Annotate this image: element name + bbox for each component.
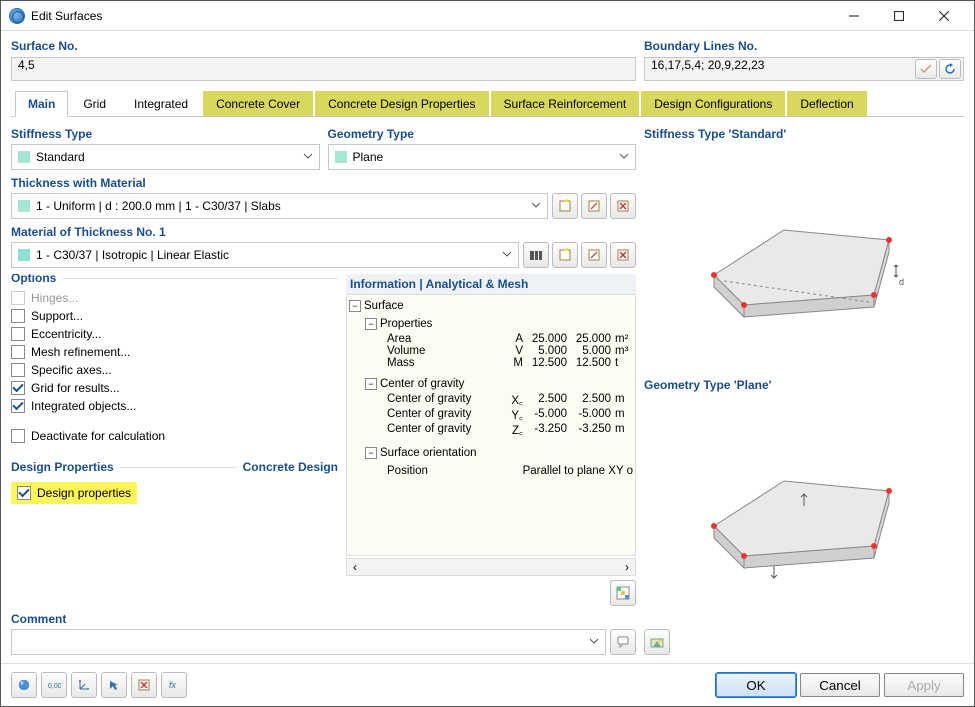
- revert-icon[interactable]: [939, 59, 961, 79]
- scroll-left-icon[interactable]: ‹: [347, 559, 363, 575]
- delete-thickness-icon[interactable]: [610, 193, 636, 219]
- surface-no-label: Surface No.: [11, 39, 636, 53]
- geometry-preview: [644, 398, 964, 623]
- concrete-design-heading: Concrete Design: [237, 460, 338, 474]
- comment-dropdown[interactable]: [11, 629, 606, 655]
- swatch-icon: [335, 151, 347, 163]
- geometry-type-label: Geometry Type: [328, 127, 637, 141]
- new-material-icon[interactable]: [552, 242, 578, 268]
- eccentricity-checkbox[interactable]: Eccentricity...: [11, 327, 338, 341]
- boundary-lines-input[interactable]: 16,17,5,4; 20,9,22,23: [644, 57, 964, 81]
- table-color-icon[interactable]: [610, 580, 636, 606]
- options-heading: Options: [11, 274, 62, 285]
- cancel-button[interactable]: Cancel: [800, 673, 880, 697]
- chevron-down-icon: [531, 199, 541, 213]
- function-icon[interactable]: fx: [161, 672, 187, 698]
- info-heading: Information | Analytical & Mesh: [346, 274, 636, 294]
- swatch-icon: [18, 151, 30, 163]
- tab-concrete-design-properties[interactable]: Concrete Design Properties: [315, 91, 488, 116]
- design-properties-checkbox[interactable]: Design properties: [17, 486, 131, 500]
- tab-integrated[interactable]: Integrated: [121, 91, 201, 116]
- swatch-icon: [18, 249, 30, 261]
- design-properties-heading: Design Properties: [11, 460, 120, 474]
- mesh-refinement-checkbox[interactable]: Mesh refinement...: [11, 345, 338, 359]
- comment-apply-icon[interactable]: [610, 629, 636, 655]
- tab-deflection[interactable]: Deflection: [787, 91, 866, 116]
- footer: 0,00 fx OK Cancel Apply: [1, 663, 974, 706]
- tabs: Main Grid Integrated Concrete Cover Conc…: [11, 91, 964, 117]
- help-icon[interactable]: [11, 672, 37, 698]
- delete-material-icon[interactable]: [610, 242, 636, 268]
- thickness-dropdown[interactable]: 1 - Uniform | d : 200.0 mm | 1 - C30/37 …: [11, 193, 548, 219]
- horizontal-scrollbar[interactable]: ‹ ›: [346, 558, 636, 576]
- svg-text:0,00: 0,00: [48, 683, 61, 690]
- specific-axes-checkbox[interactable]: Specific axes...: [11, 363, 338, 377]
- titlebar: Edit Surfaces: [1, 1, 974, 31]
- svg-text:d: d: [899, 277, 904, 287]
- tab-surface-reinforcement[interactable]: Surface Reinforcement: [491, 91, 640, 116]
- tab-main[interactable]: Main: [15, 91, 68, 117]
- info-tree[interactable]: −Surface −Properties AreaA25.00025.000m²…: [346, 294, 636, 556]
- stiffness-preview-title: Stiffness Type 'Standard': [644, 127, 964, 141]
- stiffness-type-label: Stiffness Type: [11, 127, 320, 141]
- pointer-icon[interactable]: [101, 672, 127, 698]
- edit-material-icon[interactable]: [581, 242, 607, 268]
- apply-button: Apply: [884, 673, 964, 697]
- app-icon: [9, 8, 25, 24]
- close-button[interactable]: [921, 2, 966, 30]
- integrated-objects-checkbox[interactable]: Integrated objects...: [11, 399, 338, 413]
- maximize-button[interactable]: [876, 2, 921, 30]
- reset-icon[interactable]: [131, 672, 157, 698]
- geometry-type-dropdown[interactable]: Plane: [328, 144, 637, 170]
- edit-surfaces-dialog: Edit Surfaces Surface No. 4,5 Boundary L…: [0, 0, 975, 707]
- chevron-down-icon: [502, 248, 512, 262]
- pick-lines-icon[interactable]: [915, 59, 937, 79]
- deactivate-checkbox[interactable]: Deactivate for calculation: [11, 429, 338, 443]
- stiffness-type-dropdown[interactable]: Standard: [11, 144, 320, 170]
- material-library-icon[interactable]: [523, 242, 549, 268]
- collapse-icon[interactable]: −: [365, 318, 377, 330]
- tab-design-configurations[interactable]: Design Configurations: [641, 91, 785, 116]
- material-dropdown[interactable]: 1 - C30/37 | Isotropic | Linear Elastic: [11, 242, 519, 268]
- collapse-icon[interactable]: −: [349, 300, 361, 312]
- thickness-label: Thickness with Material: [11, 176, 636, 190]
- hinges-checkbox: Hinges...: [11, 291, 338, 305]
- tab-grid[interactable]: Grid: [70, 91, 119, 116]
- grid-results-checkbox[interactable]: Grid for results...: [11, 381, 338, 395]
- material-label: Material of Thickness No. 1: [11, 225, 636, 239]
- chevron-down-icon: [619, 150, 629, 164]
- collapse-icon[interactable]: −: [365, 378, 377, 390]
- swatch-icon: [18, 200, 30, 212]
- tab-concrete-cover[interactable]: Concrete Cover: [203, 91, 313, 116]
- surface-no-input[interactable]: 4,5: [11, 57, 636, 81]
- collapse-icon[interactable]: −: [365, 447, 377, 459]
- edit-thickness-icon[interactable]: [581, 193, 607, 219]
- svg-text:fx: fx: [169, 680, 177, 690]
- ok-button[interactable]: OK: [716, 673, 796, 697]
- support-checkbox[interactable]: Support...: [11, 309, 338, 323]
- boundary-lines-label: Boundary Lines No.: [644, 39, 964, 53]
- geometry-preview-title: Geometry Type 'Plane': [644, 378, 964, 392]
- chevron-down-icon: [303, 150, 313, 164]
- new-thickness-icon[interactable]: [552, 193, 578, 219]
- comment-label: Comment: [11, 612, 636, 626]
- stiffness-preview: d: [644, 147, 964, 372]
- window-title: Edit Surfaces: [31, 9, 831, 23]
- axes-icon[interactable]: [71, 672, 97, 698]
- render-settings-icon[interactable]: [644, 629, 670, 655]
- units-icon[interactable]: 0,00: [41, 672, 67, 698]
- minimize-button[interactable]: [831, 2, 876, 30]
- scroll-right-icon[interactable]: ›: [619, 559, 635, 575]
- chevron-down-icon: [589, 635, 599, 649]
